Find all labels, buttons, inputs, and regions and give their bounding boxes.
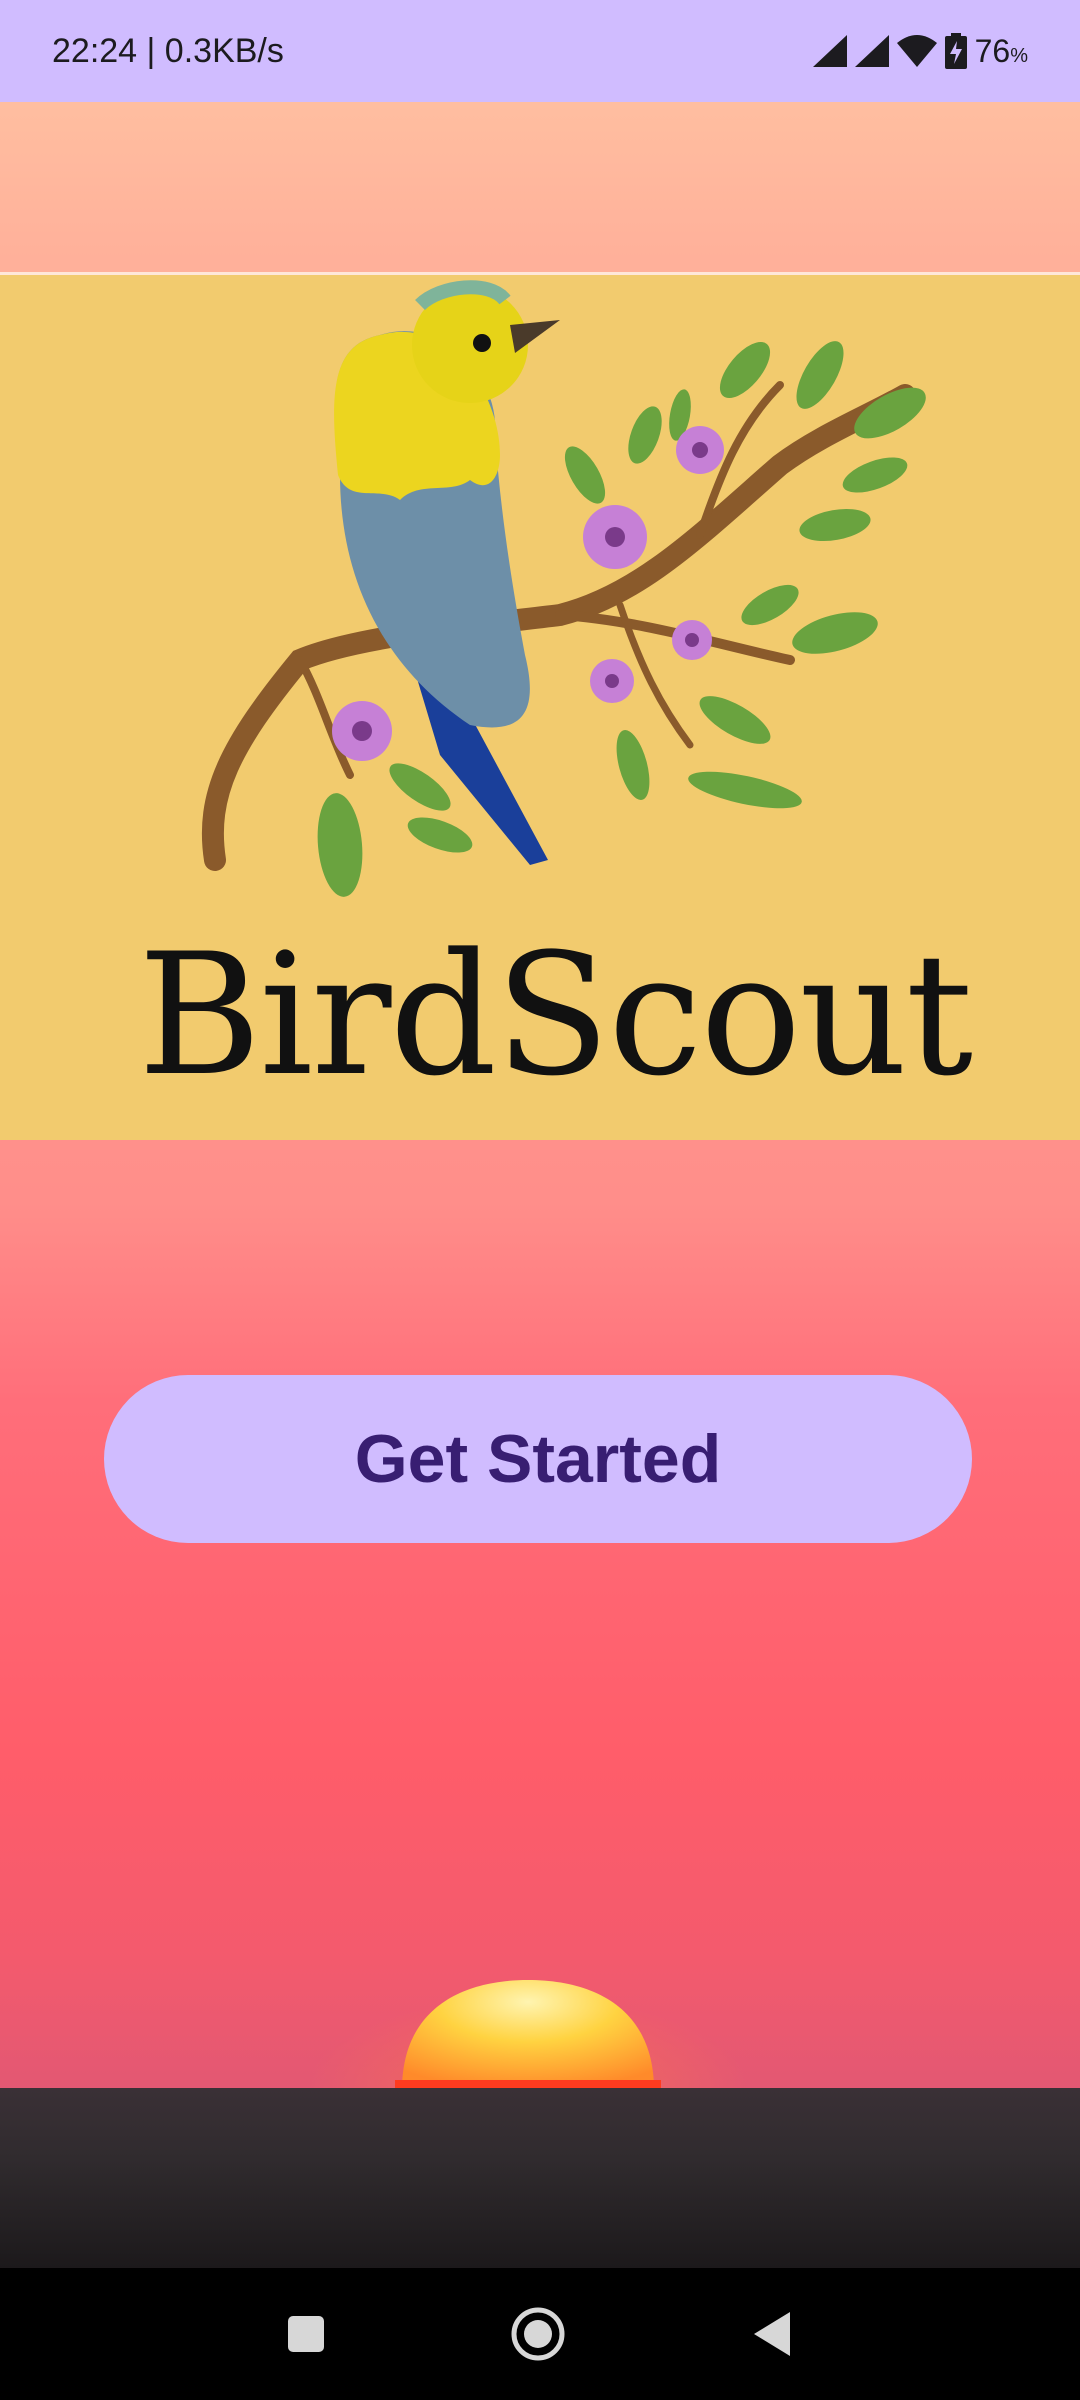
get-started-button[interactable]: Get Started: [104, 1375, 972, 1543]
signal-icon: [812, 35, 847, 67]
signal-icon: [854, 35, 889, 67]
status-time-speed: 22:24 | 0.3KB/s: [52, 31, 284, 70]
wifi-icon: [896, 35, 937, 67]
back-icon[interactable]: [706, 2268, 838, 2400]
bird-on-branch-illustration: [201, 280, 926, 897]
status-icons: 76%: [812, 0, 1028, 102]
horizon-ground: [0, 2088, 1080, 2268]
logo-banner: BirdScout: [0, 275, 1080, 1140]
battery-charging-icon: [944, 33, 967, 69]
status-bar: 22:24 | 0.3KB/s 76%: [0, 0, 1080, 102]
navigation-bar: [0, 2268, 1080, 2400]
home-icon[interactable]: [472, 2268, 604, 2400]
battery-percentage: 76%: [974, 32, 1028, 69]
recents-icon[interactable]: [240, 2268, 372, 2400]
brand-name: BirdScout: [138, 917, 973, 1113]
